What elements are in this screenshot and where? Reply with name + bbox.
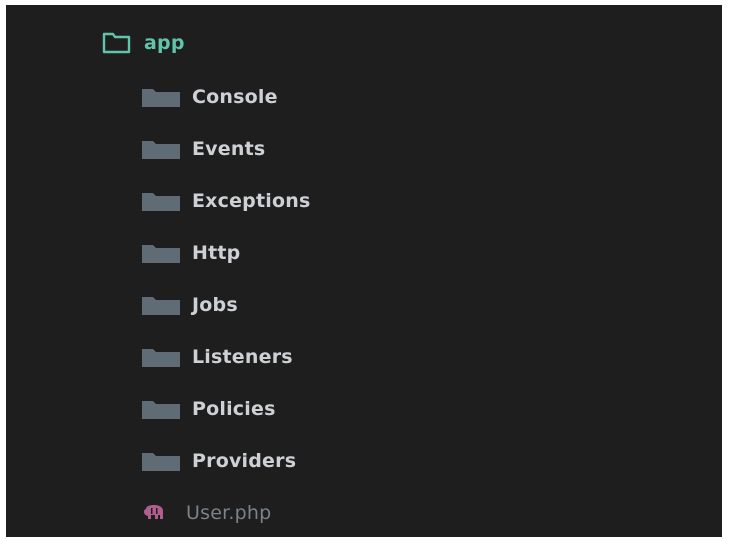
tree-item-label: Events (192, 138, 266, 160)
folder-icon (138, 398, 182, 420)
tree-item-http[interactable]: Http (138, 235, 240, 271)
tree-item-label: Jobs (192, 294, 238, 316)
php-elephant-icon (142, 505, 166, 521)
tree-item-label: User.php (186, 502, 272, 524)
tree-item-user-php[interactable]: User.php (138, 495, 271, 531)
folder-icon (138, 346, 182, 368)
tree-item-events[interactable]: Events (138, 131, 265, 167)
tree-item-label: Console (192, 86, 278, 108)
file-explorer-panel: app Console Events Exceptions Http Jobs Liste… (6, 5, 722, 537)
tree-item-policies[interactable]: Policies (138, 391, 276, 427)
folder-icon (138, 450, 182, 472)
tree-item-label: Http (192, 242, 241, 264)
tree-item-listeners[interactable]: Listeners (138, 339, 293, 375)
tree-item-label: Exceptions (192, 190, 311, 212)
tree-root-app[interactable]: app (102, 25, 185, 61)
tree-item-exceptions[interactable]: Exceptions (138, 183, 310, 219)
folder-icon (138, 138, 182, 160)
tree-root-label: app (144, 32, 185, 54)
folder-outline-icon (102, 32, 132, 54)
folder-icon (138, 86, 182, 108)
tree-item-label: Policies (192, 398, 276, 420)
tree-item-jobs[interactable]: Jobs (138, 287, 238, 323)
folder-icon (138, 242, 182, 264)
tree-item-label: Listeners (192, 346, 293, 368)
tree-item-label: Providers (192, 450, 297, 472)
tree-item-providers[interactable]: Providers (138, 443, 296, 479)
folder-icon (138, 294, 182, 316)
folder-icon (138, 190, 182, 212)
tree-item-console[interactable]: Console (138, 79, 278, 115)
